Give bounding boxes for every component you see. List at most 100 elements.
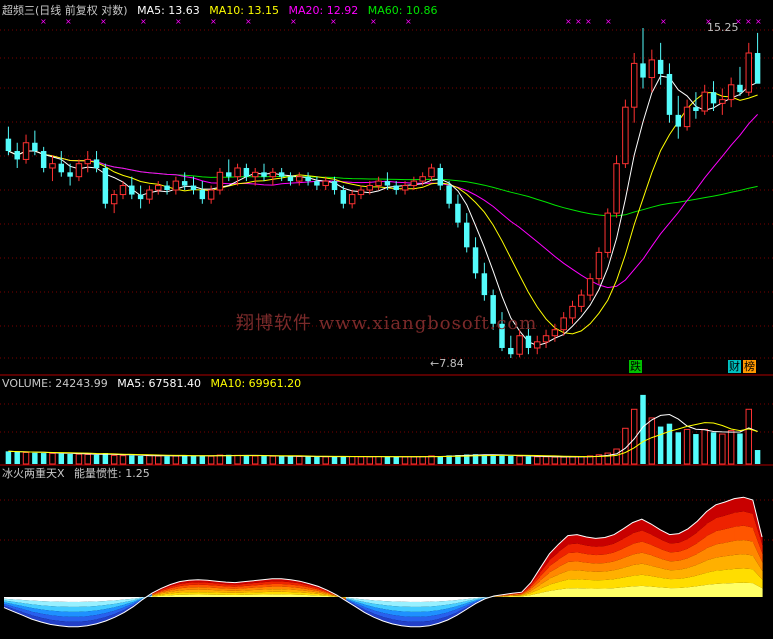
energy-band	[253, 594, 264, 597]
energy-band	[697, 584, 708, 597]
energy-band	[87, 597, 98, 602]
candle-body	[216, 171, 224, 191]
volume-bar	[348, 456, 356, 465]
volume-bar	[375, 456, 382, 465]
candle-body	[657, 59, 664, 74]
volume-bar	[5, 451, 12, 464]
volume-bar	[683, 428, 691, 465]
volume-ma5-readout: MA5: 67581.40	[117, 377, 201, 390]
volume-bar	[234, 454, 241, 465]
energy-band	[725, 582, 735, 597]
energy-band	[586, 562, 597, 572]
energy-band	[595, 579, 606, 589]
volume-bar	[393, 456, 399, 464]
energy-band	[225, 590, 236, 593]
energy-band	[272, 591, 282, 595]
energy-band	[77, 611, 88, 617]
volume-bar	[675, 432, 681, 464]
energy-band	[586, 545, 597, 556]
energy-band	[604, 579, 615, 589]
signal-mark: ×	[745, 17, 752, 26]
energy-band	[725, 526, 735, 543]
candle-body	[472, 247, 479, 274]
volume-bar	[366, 456, 374, 465]
signal-mark: ×	[330, 17, 337, 26]
candle-body	[67, 172, 73, 177]
energy-band	[577, 570, 587, 580]
energy-band	[244, 590, 255, 593]
volume-bar	[737, 433, 743, 464]
volume-bar	[560, 456, 567, 465]
candle-body	[119, 185, 127, 196]
energy-band	[651, 586, 661, 597]
energy-band	[410, 606, 421, 612]
energy-band	[59, 601, 70, 607]
indicator-name: 冰火两重天X	[2, 467, 65, 480]
list-tag[interactable]: 榜	[743, 360, 756, 373]
energy-band	[669, 569, 680, 580]
candle-body	[357, 189, 365, 196]
energy-band	[623, 586, 634, 597]
energy-band	[272, 594, 282, 597]
energy-band	[253, 589, 264, 593]
energy-band	[632, 574, 643, 587]
candle-body	[190, 185, 197, 191]
volume-bar	[710, 432, 717, 464]
candle-body	[137, 194, 144, 200]
volume-bar	[261, 455, 267, 464]
candle-body	[243, 167, 250, 177]
energy-band	[401, 616, 412, 622]
energy-band	[68, 616, 79, 622]
energy-band	[235, 592, 245, 595]
energy-band	[281, 594, 292, 597]
candle-body	[560, 317, 567, 331]
candle-body	[40, 151, 47, 168]
candle-body	[22, 142, 30, 160]
ma5-readout: MA5: 13.63	[137, 4, 200, 17]
volume-bar	[499, 455, 505, 464]
energy-band	[595, 562, 606, 572]
energy-band	[50, 601, 61, 607]
energy-band	[669, 560, 680, 571]
energy-band	[262, 589, 273, 593]
energy-band	[429, 601, 440, 607]
candle-body	[446, 185, 452, 204]
energy-band	[272, 589, 282, 592]
energy-band	[669, 578, 680, 589]
energy-band	[595, 588, 606, 597]
volume-bar	[14, 451, 20, 464]
candle-body	[464, 222, 470, 248]
volume-bar	[84, 453, 91, 465]
signal-mark: ×	[585, 17, 592, 26]
candle-body	[234, 167, 241, 178]
energy-band	[567, 588, 578, 597]
candle-body	[84, 158, 91, 165]
energy-band	[586, 588, 597, 597]
candle-body	[102, 167, 109, 204]
energy-band	[68, 606, 79, 612]
energy-band	[290, 592, 301, 595]
candle-body	[630, 62, 638, 108]
volume-bar	[32, 452, 38, 464]
candle-body	[110, 194, 118, 205]
energy-band	[235, 594, 245, 597]
candle-body	[269, 171, 277, 178]
energy-band	[410, 597, 421, 602]
volume-panel	[5, 394, 761, 465]
volume-bar	[437, 456, 444, 464]
energy-band	[586, 579, 597, 589]
energy-band	[734, 582, 745, 597]
energy-band	[207, 589, 218, 593]
energy-band	[419, 601, 430, 607]
signal-mark: ×	[65, 17, 72, 26]
energy-band	[669, 533, 680, 544]
energy-band	[216, 590, 227, 593]
candle-body	[384, 181, 391, 186]
candle-body	[419, 176, 426, 182]
finance-tag[interactable]: 财	[728, 360, 741, 373]
security-title: 超频三(日线 前复权 对数)	[2, 4, 128, 17]
fall-tag[interactable]: 跌	[629, 360, 642, 373]
volume-bar	[199, 455, 206, 464]
volume-bar	[58, 453, 65, 464]
energy-band	[669, 551, 680, 562]
